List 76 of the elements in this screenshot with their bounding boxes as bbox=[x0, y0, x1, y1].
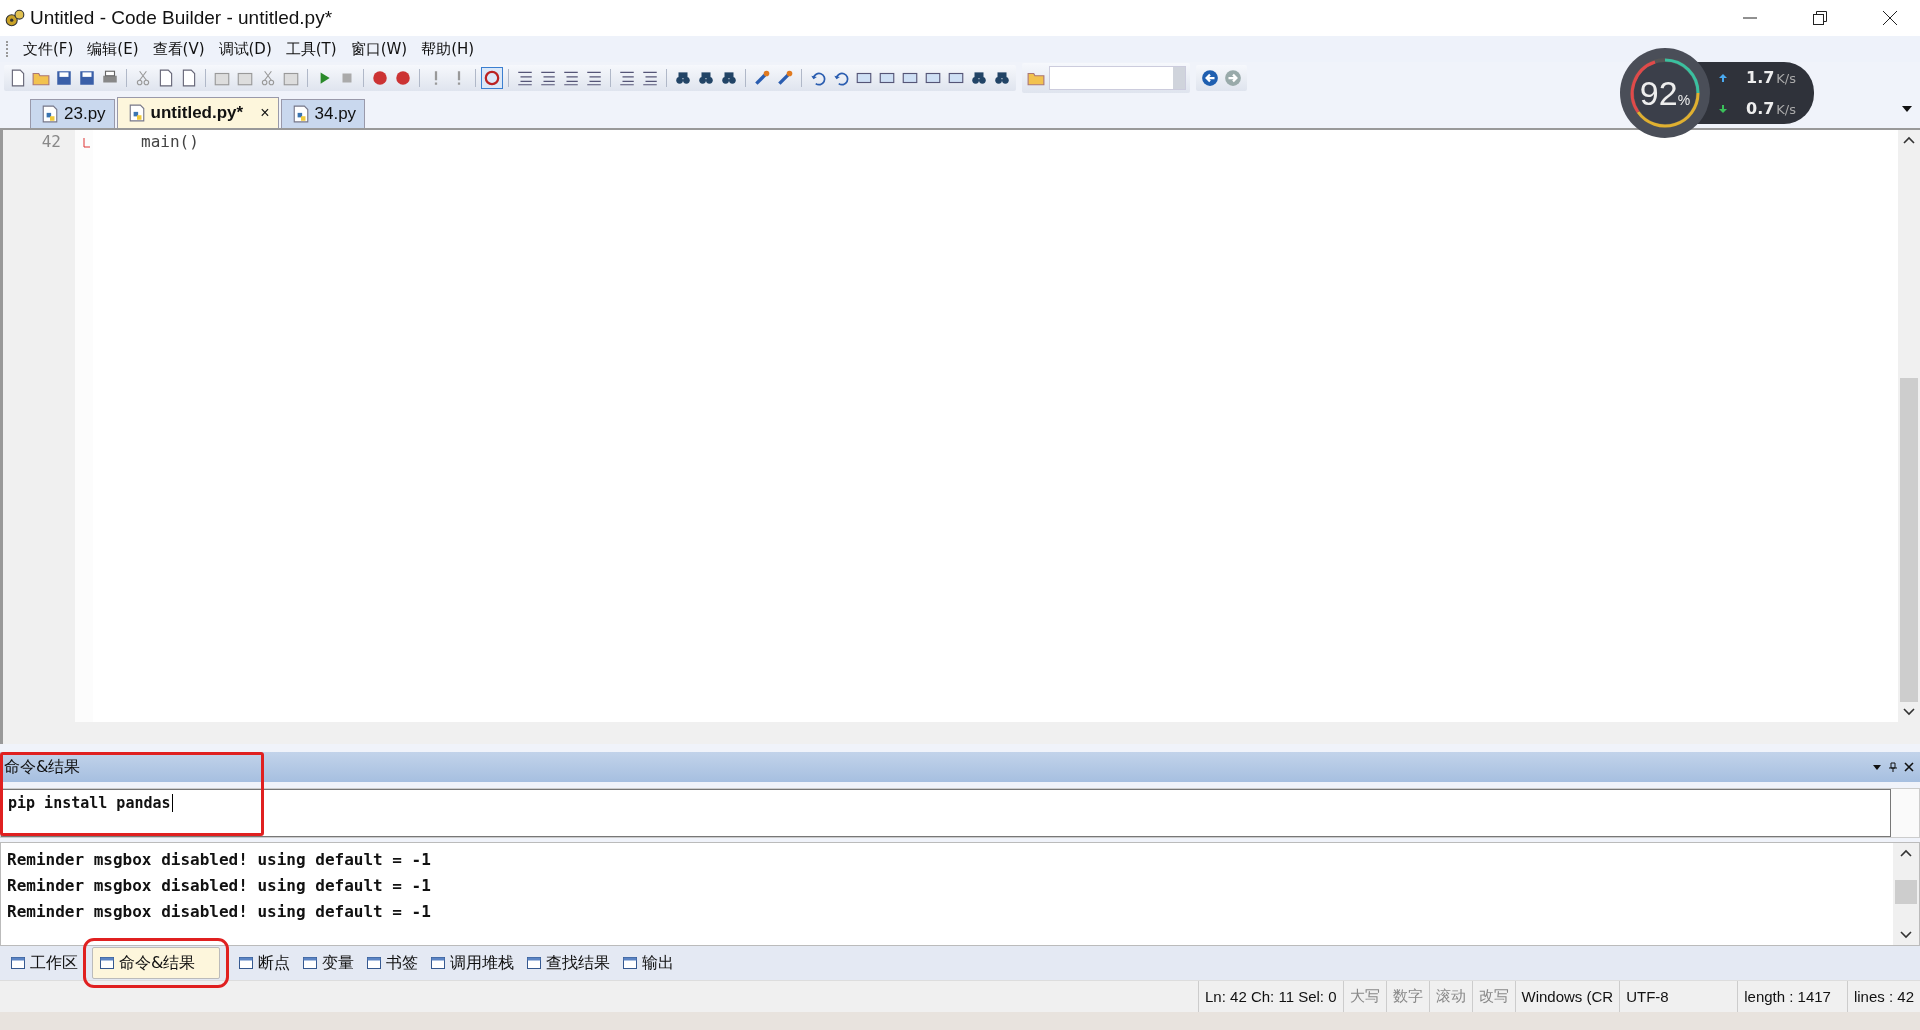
tab-label: 查找结果 bbox=[546, 952, 611, 974]
scroll-down-icon[interactable] bbox=[1903, 708, 1915, 716]
panel-tab[interactable]: 调用堆栈 bbox=[424, 948, 521, 978]
file-tab[interactable]: 34.py bbox=[280, 99, 366, 128]
file-tab[interactable]: untitled.py* × bbox=[116, 97, 279, 128]
tab-close-button[interactable]: × bbox=[260, 104, 270, 122]
panel-tab[interactable]: 工作区 bbox=[4, 948, 84, 978]
speed-unit: K/s bbox=[1776, 71, 1797, 86]
download-arrow-icon bbox=[1718, 104, 1728, 114]
save-all-icon[interactable] bbox=[77, 68, 97, 88]
horizontal-scrollbar[interactable] bbox=[0, 722, 1920, 744]
scrollbar-thumb[interactable] bbox=[1900, 378, 1918, 702]
scroll-down-icon[interactable] bbox=[1900, 931, 1912, 939]
tab-label: 调用堆栈 bbox=[450, 952, 515, 974]
window-icon bbox=[302, 955, 319, 971]
menu-item[interactable]: 工具(T) bbox=[278, 39, 344, 59]
breakpoint-icon[interactable] bbox=[370, 68, 390, 88]
scroll-up-icon[interactable] bbox=[1903, 136, 1915, 144]
download-speed: 0.7 bbox=[1746, 99, 1775, 118]
window-icon bbox=[430, 955, 447, 971]
upload-arrow-icon bbox=[1718, 73, 1728, 83]
panel-tab[interactable]: 变量 bbox=[296, 948, 361, 978]
menu-item[interactable]: 编辑(E) bbox=[80, 39, 146, 59]
menu-item[interactable]: 文件(F) bbox=[16, 39, 81, 59]
menu-item[interactable]: 窗口(W) bbox=[343, 39, 415, 59]
upload-speed: 1.7 bbox=[1746, 68, 1775, 87]
tab-label: 命令&结果 bbox=[119, 952, 196, 974]
panel-tab[interactable]: 断点 bbox=[232, 948, 297, 978]
output-line: Reminder msgbox disabled! using default = -1 bbox=[7, 849, 432, 871]
line-number: 42 bbox=[40, 132, 62, 151]
file-tab[interactable]: 23.py bbox=[30, 99, 115, 128]
save-icon[interactable] bbox=[54, 68, 74, 88]
menu-item[interactable]: 查看(V) bbox=[145, 39, 212, 59]
fold-marker-icon bbox=[83, 138, 91, 148]
tab-label: untitled.py* bbox=[150, 103, 244, 123]
panel-title: 命令&结果 bbox=[4, 756, 81, 778]
window-icon bbox=[99, 955, 115, 971]
tab-label: 变量 bbox=[322, 952, 355, 974]
tab-label: 断点 bbox=[258, 952, 291, 974]
window-title: Untitled - Code Builder - untitled.py* bbox=[30, 7, 333, 29]
window-icon bbox=[238, 955, 255, 971]
tab-label: 23.py bbox=[64, 104, 106, 124]
scroll-up-icon[interactable] bbox=[1900, 849, 1912, 857]
speed-unit: K/s bbox=[1776, 102, 1797, 117]
cpu-percent: 92 bbox=[1639, 73, 1678, 113]
percent-unit: % bbox=[1677, 91, 1691, 108]
window-icon bbox=[10, 955, 26, 971]
tab-label: 输出 bbox=[642, 952, 675, 974]
close-icon[interactable] bbox=[1882, 10, 1898, 26]
python-file-icon bbox=[127, 104, 146, 122]
panel-tab[interactable]: 查找结果 bbox=[520, 948, 617, 978]
tab-label: 书签 bbox=[386, 952, 419, 974]
panel-tab[interactable]: 输出 bbox=[616, 948, 681, 978]
scrollbar-thumb[interactable] bbox=[1895, 880, 1917, 904]
window-icon bbox=[526, 955, 543, 971]
restore-icon[interactable] bbox=[1812, 10, 1828, 26]
circle-icon[interactable] bbox=[482, 68, 502, 88]
tab-label: 工作区 bbox=[30, 952, 78, 974]
vertical-scrollbar[interactable] bbox=[1898, 130, 1920, 722]
pin-icon[interactable] bbox=[1888, 762, 1898, 772]
code-line: main() bbox=[141, 132, 200, 151]
python-file-icon bbox=[41, 105, 59, 123]
window-icon bbox=[622, 955, 639, 971]
window-icon bbox=[366, 955, 383, 971]
panel-tab[interactable]: 书签 bbox=[360, 948, 425, 978]
menu-item[interactable]: 调试(D) bbox=[211, 39, 279, 59]
python-file-icon bbox=[291, 105, 310, 123]
dropdown-arrow-icon[interactable] bbox=[1872, 762, 1882, 772]
breakpoint-icon[interactable] bbox=[393, 68, 413, 88]
output-scrollbar[interactable] bbox=[1893, 843, 1919, 945]
gears-app-icon bbox=[4, 7, 26, 29]
output-line: Reminder msgbox disabled! using default = -1 bbox=[7, 875, 432, 897]
tab-label: 34.py bbox=[314, 104, 357, 124]
menu-item[interactable]: 帮助(H) bbox=[414, 39, 482, 59]
close-icon[interactable] bbox=[1904, 762, 1914, 772]
output-line: Reminder msgbox disabled! using default = -1 bbox=[7, 901, 432, 923]
